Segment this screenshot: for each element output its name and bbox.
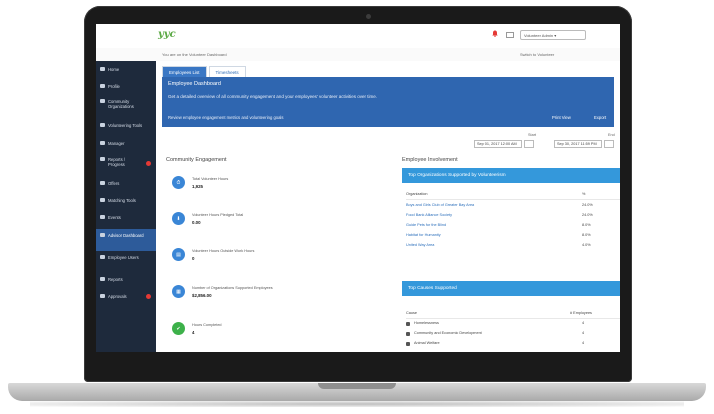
sidebar-item-volunteering-tools[interactable]: Volunteering Tools xyxy=(96,123,156,128)
top-bar: yyc Volunteer Admin ▾ xyxy=(96,24,620,49)
sidebar-item-events[interactable]: Events xyxy=(96,215,156,220)
sidebar-item-reports[interactable]: Reports xyxy=(96,277,156,282)
chart-icon xyxy=(100,277,105,281)
banner-link[interactable]: Review employee engagement metrics and v… xyxy=(168,115,283,120)
check-circle-icon: ✔ xyxy=(172,322,185,335)
cause-icon xyxy=(406,342,410,346)
start-date-input[interactable]: Sep 01, 2017 12:00 AM xyxy=(474,140,522,148)
main-content: Employees List Timesheets Employee Dashb… xyxy=(156,61,620,352)
building-icon xyxy=(100,99,105,103)
download-icon: ⬇ xyxy=(172,212,185,225)
table-cell: 4.0% xyxy=(582,243,591,247)
end-date-input[interactable]: Sep 30, 2017 11:59 PM xyxy=(554,140,602,148)
table-row[interactable]: Homelessness xyxy=(414,321,439,325)
date-range: Start End Sep 01, 2017 12:00 AM Sep 30, … xyxy=(474,133,615,153)
column-header-cause: Cause xyxy=(406,311,417,315)
print-view-button[interactable]: Print View xyxy=(552,115,571,120)
welcome-text: You are on the Volunteer Dashboard xyxy=(162,52,227,57)
table-divider xyxy=(406,318,620,319)
banner-title: Employee Dashboard xyxy=(168,81,221,87)
export-button[interactable]: Export xyxy=(594,115,606,120)
sidebar-item-home[interactable]: Home xyxy=(96,67,156,72)
offers-icon xyxy=(100,181,105,185)
metric-value: 1,925 xyxy=(192,184,203,189)
table-row[interactable]: Animal Welfare xyxy=(414,341,440,345)
dashboard-banner: Employee Dashboard Get a detailed overvi… xyxy=(162,77,614,127)
table-cell: 4 xyxy=(582,321,585,325)
table-row[interactable]: Food Bank Alliance Society xyxy=(406,213,452,217)
app-screen: yyc Volunteer Admin ▾ You are on the Vol… xyxy=(96,24,620,352)
table-cell: 4 xyxy=(582,331,585,335)
user-icon xyxy=(100,84,105,88)
progress-icon xyxy=(100,157,105,161)
clock-icon: ⏱ xyxy=(172,176,185,189)
notification-bell-icon[interactable] xyxy=(492,30,498,37)
banner-description: Get a detailed overview of all community… xyxy=(168,94,377,99)
table-row[interactable]: Community and Economic Development xyxy=(414,331,482,335)
end-date-label: End xyxy=(608,133,615,137)
metric-value: 4 xyxy=(192,330,195,335)
sidebar-item-offers[interactable]: Offers xyxy=(96,181,156,186)
tab-bar: Employees List Timesheets xyxy=(162,66,246,78)
metric-label: Volunteer Hours Pledged Total xyxy=(192,213,244,217)
calendar-icon xyxy=(100,215,105,219)
metric-label: Volunteer Hours Outside Work Hours xyxy=(192,249,255,253)
camera-dot xyxy=(366,14,371,19)
dashboard-icon xyxy=(100,233,105,237)
start-calendar-icon[interactable] xyxy=(524,140,534,148)
laptop-base-notch xyxy=(318,383,396,389)
sidebar-item-profile[interactable]: Profile xyxy=(96,84,156,89)
sidebar-item-reports-progress[interactable]: Reports / Progress xyxy=(96,157,142,167)
cause-icon xyxy=(406,332,410,336)
table-row[interactable]: Habitat for Humanity xyxy=(406,233,441,237)
employee-involvement-title: Employee Involvement xyxy=(402,157,458,163)
brand-logo[interactable]: yyc xyxy=(158,29,176,40)
column-header-organization: Organization xyxy=(406,192,428,196)
switch-mode-link[interactable]: Switch to Volunteer xyxy=(520,52,554,57)
table-cell: 4 xyxy=(582,341,585,345)
metric-value: 0 xyxy=(192,256,195,261)
money-icon: ▦ xyxy=(172,285,185,298)
sidebar-item-matching-tools[interactable]: Matching Tools xyxy=(96,198,156,203)
home-icon xyxy=(100,67,105,71)
user-menu-dropdown[interactable]: Volunteer Admin ▾ xyxy=(520,30,586,40)
table-cell: 8.0% xyxy=(582,223,591,227)
alert-badge-icon xyxy=(146,161,151,166)
metric-value: 0.00 xyxy=(192,220,201,225)
end-calendar-icon[interactable] xyxy=(604,140,614,148)
table-row[interactable]: Guide Pets for the Blind xyxy=(406,223,446,227)
sub-bar: You are on the Volunteer Dashboard Switc… xyxy=(96,48,620,62)
table-cell: 8.0% xyxy=(582,233,591,237)
calendar-icon: ▤ xyxy=(172,248,185,261)
alert-badge-icon xyxy=(146,294,151,299)
top-causes-header: Top Causes Supported xyxy=(402,281,620,296)
table-divider xyxy=(406,199,620,200)
cause-icon xyxy=(406,322,410,326)
check-icon xyxy=(100,294,105,298)
mail-icon[interactable] xyxy=(506,32,514,38)
metric-label: Number of Organizations Supported Employ… xyxy=(192,286,273,290)
column-header-percent: % xyxy=(582,192,586,196)
metric-label: Hours Completed xyxy=(192,323,222,327)
metric-value: $2,856.00 xyxy=(192,293,212,298)
table-row[interactable]: Boys and Girls Club of Greater Bay Area xyxy=(406,203,474,207)
laptop-shadow xyxy=(30,401,684,407)
community-engagement-title: Community Engagement xyxy=(166,157,227,163)
sidebar-item-community-organizations[interactable]: Community Organizations xyxy=(96,99,152,109)
matching-icon xyxy=(100,198,105,202)
sidebar-item-manager[interactable]: Manager xyxy=(96,141,156,146)
sidebar: Home Profile Community Organizations Vol… xyxy=(96,61,156,352)
sidebar-item-advisor-dashboard[interactable]: Advisor Dashboard xyxy=(96,229,156,251)
table-row[interactable]: United Way Area xyxy=(406,243,434,247)
manager-icon xyxy=(100,141,105,145)
sidebar-item-employee-users[interactable]: Employee Users xyxy=(96,255,144,260)
users-icon xyxy=(100,255,105,259)
column-header-employees: # Employees xyxy=(570,311,592,315)
top-organizations-header: Top Organizations Supported by Volunteer… xyxy=(402,168,620,183)
start-date-label: Start xyxy=(528,133,537,137)
metric-label: Total Volunteer Hours xyxy=(192,177,229,181)
table-cell: 24.0% xyxy=(582,213,593,217)
table-cell: 24.0% xyxy=(582,203,593,207)
tools-icon xyxy=(100,123,105,127)
